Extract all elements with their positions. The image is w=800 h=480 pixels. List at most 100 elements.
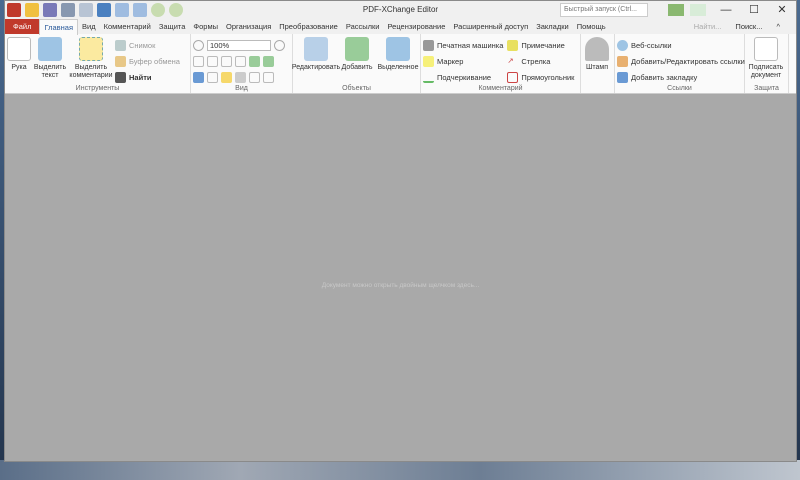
settings-icon[interactable]	[668, 4, 684, 16]
group-view: 100% Вид	[191, 34, 293, 93]
scan-icon[interactable]	[97, 3, 111, 17]
label: Стрелка	[521, 56, 551, 66]
undo-icon[interactable]	[115, 3, 129, 17]
snapshot-button[interactable]: Снимок	[115, 37, 180, 53]
stamp-button[interactable]: Штамп	[583, 37, 611, 72]
tab-help[interactable]: Помощь	[573, 19, 610, 34]
group-tools: Рука Выделить текст Выделить комментарии…	[5, 34, 191, 93]
back-icon[interactable]	[151, 3, 165, 17]
email-icon[interactable]	[79, 3, 93, 17]
arrow-button[interactable]: ↗ Стрелка	[507, 53, 574, 69]
label: Выделить текст	[33, 64, 67, 79]
rotate-left-icon[interactable]	[249, 55, 260, 67]
print-icon[interactable]	[61, 3, 75, 17]
label: Подчеркивание	[437, 72, 492, 82]
note-button[interactable]: Примечание	[507, 37, 574, 53]
comments-pane-icon[interactable]	[221, 71, 232, 83]
app-window: PDF-XChange Editor Быстрый запуск (Ctrl.…	[4, 0, 797, 462]
title-bar: PDF-XChange Editor Быстрый запуск (Ctrl.…	[5, 1, 796, 19]
group-links: Веб-ссылки Добавить/Редактировать ссылки…	[615, 34, 745, 93]
label: Редактировать	[291, 64, 341, 71]
label: Штамп	[585, 64, 609, 71]
selected-icon	[386, 37, 410, 61]
desktop-background	[0, 460, 800, 480]
marker-button[interactable]: Маркер	[423, 53, 503, 69]
zoom-in-icon[interactable]	[274, 39, 285, 51]
tab-protect[interactable]: Защита	[155, 19, 190, 34]
bookmark-icon[interactable]	[193, 71, 204, 83]
label: Примечание	[521, 40, 565, 50]
open-folder-icon[interactable]	[25, 3, 39, 17]
find-dropdown[interactable]: Найти	[115, 69, 180, 85]
pages-icon[interactable]	[207, 71, 218, 83]
properties-icon[interactable]	[249, 71, 260, 83]
label: Выделенное	[377, 64, 419, 71]
underline-button[interactable]: Подчеркивание	[423, 69, 503, 85]
tab-mailings[interactable]: Рассылки	[342, 19, 384, 34]
typewriter-icon	[423, 39, 434, 51]
hand-icon	[7, 37, 31, 61]
link-icon	[617, 55, 628, 67]
stamp-icon	[585, 37, 609, 61]
search-button[interactable]: Поиск...	[731, 19, 766, 34]
hand-tool[interactable]: Рука	[7, 37, 31, 72]
highlight-icon	[423, 55, 434, 67]
fullscreen-icon[interactable]	[690, 4, 706, 16]
clipboard-icon	[115, 55, 126, 67]
add-edit-links-button[interactable]: Добавить/Редактировать ссылки	[617, 53, 745, 69]
tab-organize[interactable]: Организация	[222, 19, 275, 34]
edit-icon	[304, 37, 328, 61]
page-settings-icon[interactable]	[263, 71, 274, 83]
clipboard-button[interactable]: Буфер обмена	[115, 53, 180, 69]
label: Прямоугольник	[521, 72, 575, 82]
web-links-button[interactable]: Веб-ссылки	[617, 37, 745, 53]
bookmark-add-icon	[617, 71, 628, 83]
app-logo-icon[interactable]	[7, 3, 21, 17]
label: Буфер обмена	[129, 56, 180, 66]
redo-icon[interactable]	[133, 3, 147, 17]
quick-launch-search[interactable]: Быстрый запуск (Ctrl...	[560, 3, 648, 17]
tab-convert[interactable]: Преобразование	[275, 19, 342, 34]
collapse-ribbon-button[interactable]: ^	[772, 19, 784, 34]
tab-forms[interactable]: Формы	[189, 19, 222, 34]
select-comments-icon	[79, 37, 103, 61]
fit-width-icon[interactable]	[221, 55, 232, 67]
zoom-select[interactable]: 100%	[207, 39, 271, 51]
certificate-icon	[754, 37, 778, 61]
sign-document-button[interactable]: Подписать документ	[747, 37, 785, 80]
select-text-tool[interactable]: Выделить текст	[33, 37, 67, 80]
tab-bookmarks[interactable]: Закладки	[532, 19, 572, 34]
label: Найти	[129, 72, 152, 82]
edit-button[interactable]: Редактировать	[291, 37, 341, 72]
zoom-out-icon[interactable]	[193, 39, 204, 51]
label: Снимок	[129, 40, 156, 50]
minimize-button[interactable]: —	[712, 1, 740, 19]
fit-visible-icon[interactable]	[235, 55, 246, 67]
forward-icon[interactable]	[169, 3, 183, 17]
attachment-icon[interactable]	[235, 71, 246, 83]
fit-page-icon[interactable]	[207, 55, 218, 67]
find-icon	[115, 71, 126, 83]
open-document-hint[interactable]: Документ можно открыть двойным щелчком з…	[5, 282, 796, 289]
save-icon[interactable]	[43, 3, 57, 17]
rotate-right-icon[interactable]	[263, 55, 274, 67]
tab-view[interactable]: Вид	[78, 19, 100, 34]
selected-button[interactable]: Выделенное	[377, 37, 419, 72]
tab-home[interactable]: Главная	[39, 18, 78, 35]
select-comments-tool[interactable]: Выделить комментарии	[69, 37, 113, 80]
add-button[interactable]: Добавить	[339, 37, 375, 72]
actual-size-icon[interactable]	[193, 55, 204, 67]
label: Добавить	[341, 64, 373, 71]
tab-review[interactable]: Рецензирование	[383, 19, 449, 34]
document-area[interactable]: Документ можно открыть двойным щелчком з…	[5, 95, 796, 461]
tab-share[interactable]: Расширенный доступ	[449, 19, 532, 34]
typewriter-button[interactable]: Печатная машинка	[423, 37, 503, 53]
maximize-button[interactable]: ☐	[740, 1, 768, 19]
tab-comment[interactable]: Комментарий	[100, 19, 155, 34]
group-stamp: Штамп	[581, 34, 615, 93]
rectangle-button[interactable]: Прямоугольник	[507, 69, 574, 85]
add-bookmark-button[interactable]: Добавить закладку	[617, 69, 745, 85]
tab-file[interactable]: Файл	[5, 19, 40, 34]
find-button[interactable]: Найти...	[690, 19, 726, 34]
close-button[interactable]: ✕	[768, 1, 796, 19]
